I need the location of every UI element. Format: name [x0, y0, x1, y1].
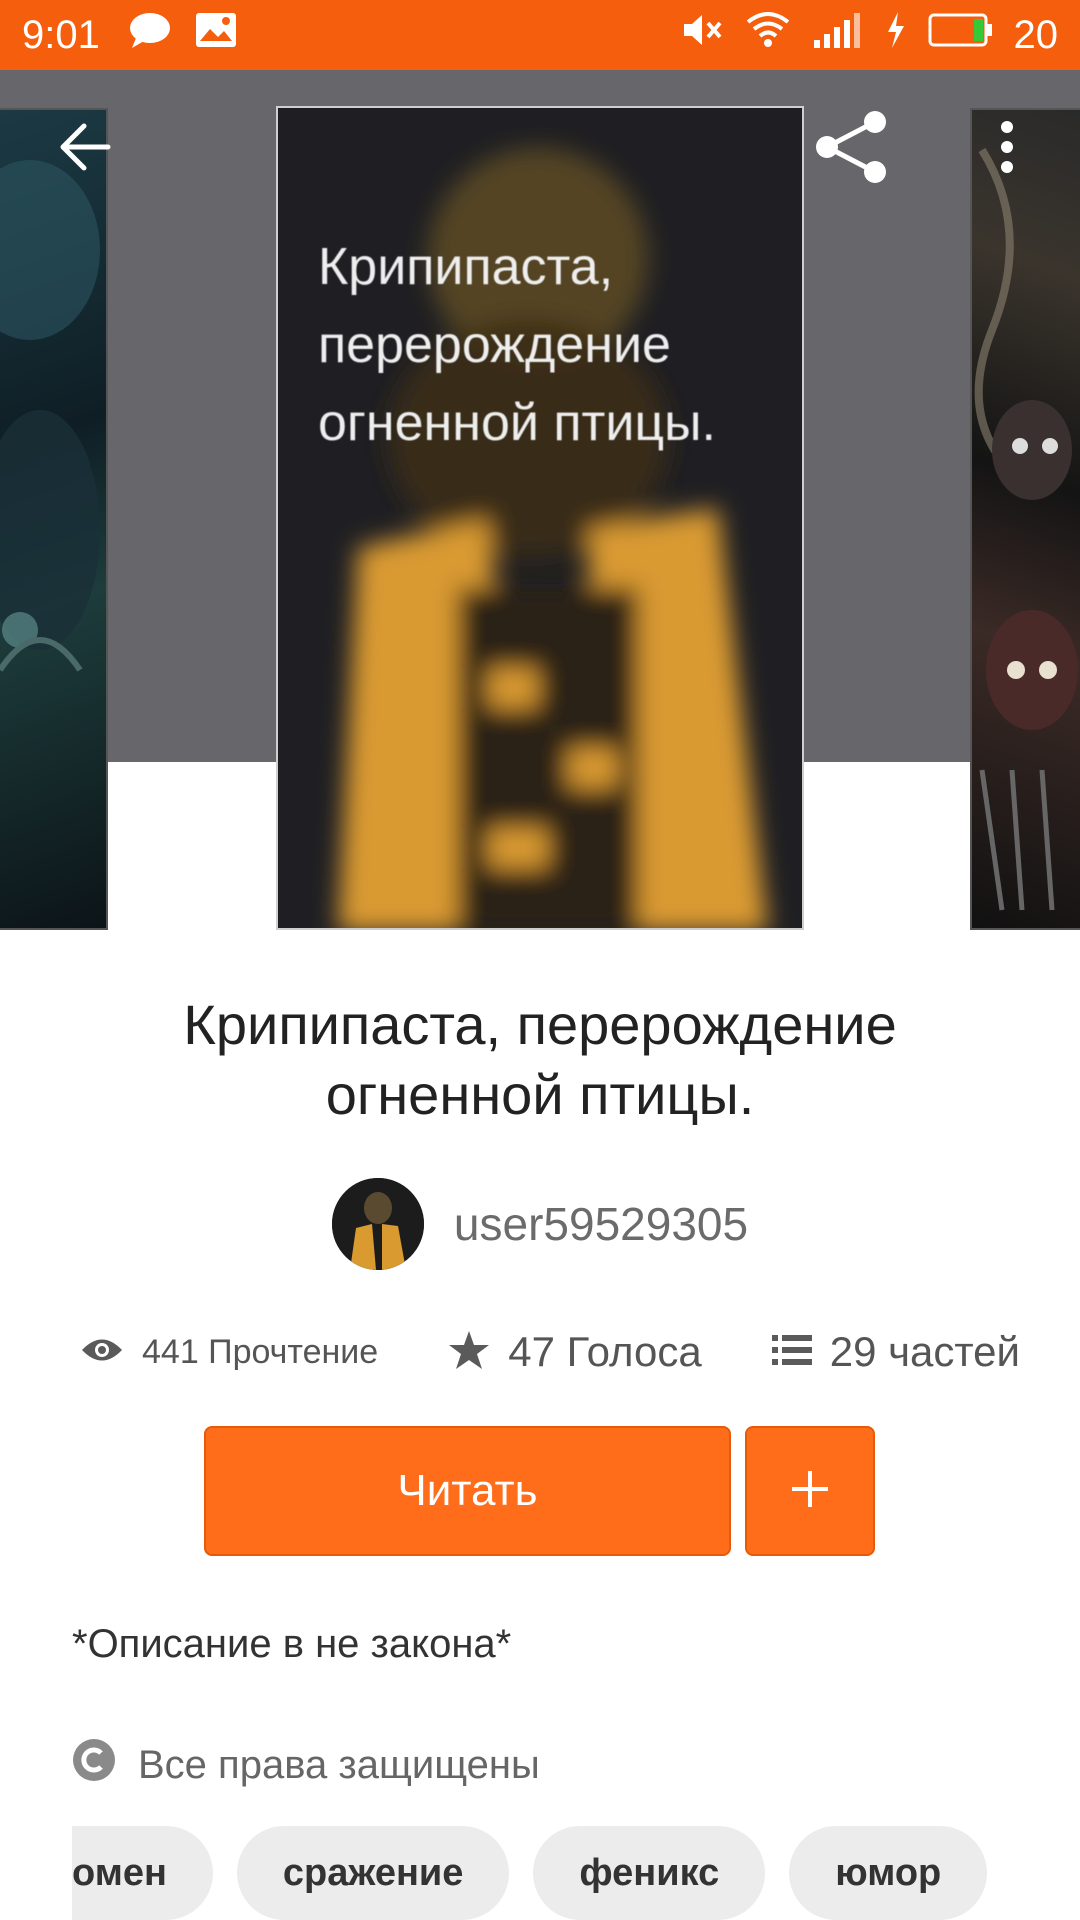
previous-story-cover[interactable] — [0, 108, 108, 930]
eye-icon — [80, 1335, 124, 1370]
signal-icon — [812, 10, 864, 60]
reads-stat: 441 Прочтение — [80, 1333, 378, 1372]
votes-stat: 47 Голоса — [448, 1328, 702, 1376]
author-name[interactable]: user59529305 — [454, 1197, 748, 1251]
story-cover[interactable]: Крипипаста, перерождение огненной птицы. — [276, 106, 804, 930]
reads-count: 441 Прочтение — [142, 1332, 379, 1371]
tag-chip[interactable]: юмор — [789, 1826, 988, 1920]
chat-bubble-icon — [128, 10, 172, 60]
back-arrow-icon — [58, 122, 112, 177]
share-icon — [813, 110, 889, 189]
star-icon — [448, 1330, 490, 1375]
copyright-row: Все права защищены — [72, 1738, 540, 1792]
status-bar: 9:01 20 — [0, 0, 1080, 70]
parts-stat: 29 частей — [771, 1328, 1020, 1376]
list-icon — [771, 1333, 812, 1372]
story-stats: 441 Прочтение 47 Голоса 29 частей — [80, 1322, 1020, 1382]
parts-count: 29 частей — [829, 1328, 1020, 1375]
votes-count: 47 Голоса — [508, 1328, 702, 1375]
share-button[interactable] — [806, 104, 896, 194]
story-description: *Описание в не закона* — [72, 1622, 512, 1666]
more-options-button[interactable] — [962, 104, 1052, 194]
tags-row: омен сражение феникс юмор — [72, 1826, 1080, 1920]
mute-icon — [680, 10, 724, 60]
tag-chip[interactable]: омен — [72, 1826, 213, 1920]
cover-text: Крипипаста, перерождение огненной птицы. — [318, 238, 716, 452]
more-vertical-icon — [999, 120, 1015, 179]
battery-level: 20 — [1013, 12, 1059, 57]
read-button[interactable]: Читать — [204, 1426, 731, 1556]
copyright-text: Все права защищены — [138, 1742, 540, 1787]
author-row[interactable]: user59529305 — [0, 1178, 1080, 1270]
back-button[interactable] — [40, 104, 130, 194]
avatar[interactable] — [331, 1178, 424, 1270]
plus-icon — [788, 1467, 832, 1516]
charging-icon — [884, 10, 908, 60]
image-icon — [194, 11, 238, 59]
wifi-icon — [744, 10, 792, 60]
story-title: Крипипаста, перерождение огненной птицы. — [183, 993, 897, 1126]
tag-chip[interactable]: сражение — [236, 1826, 510, 1920]
next-story-cover[interactable] — [970, 108, 1080, 930]
battery-icon — [928, 12, 994, 58]
story-details-screen: 9:01 20 Крипипаста, перерождение огненно… — [0, 0, 1080, 1920]
copyright-icon — [72, 1738, 116, 1792]
status-time: 9:01 — [22, 12, 100, 57]
add-to-library-button[interactable] — [745, 1426, 875, 1556]
tag-chip[interactable]: феникс — [533, 1826, 766, 1920]
